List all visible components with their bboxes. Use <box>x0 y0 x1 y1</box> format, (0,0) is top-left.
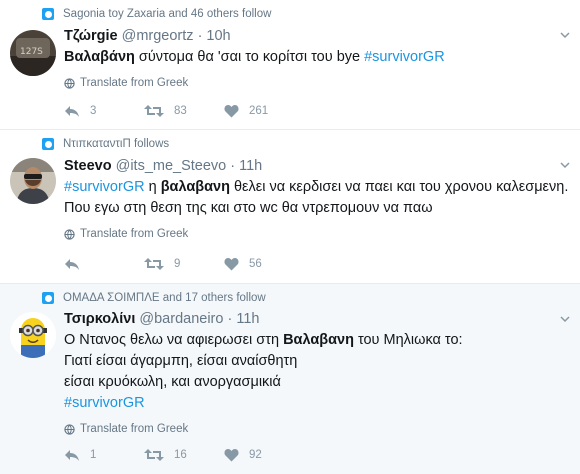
tweet-text-line: Γιατί είσαι άγαρμπη, είσαι αναίσθητη <box>64 351 570 372</box>
retweet-button[interactable]: 9 <box>144 257 224 271</box>
avatar[interactable] <box>10 158 56 204</box>
tweet-2[interactable]: ΝτιπκαταντιΠ follows Steevo @its_me_Stee… <box>0 130 580 284</box>
retweet-icon <box>144 258 164 270</box>
globe-icon <box>64 77 75 89</box>
tweet-text: Βαλαβάνη σύντομα θα 'σαι το κορίτσι του … <box>64 47 570 68</box>
svg-text:127S: 127S <box>20 47 43 57</box>
like-button[interactable]: 261 <box>224 104 304 118</box>
social-context-text: ΟΜΑΔΑ ΣΟΙΜΠΛΕ and 17 others follow <box>63 292 266 304</box>
hashtag-link[interactable]: #survivorGR <box>64 395 145 411</box>
translate-link[interactable]: Translate from Greek <box>64 77 570 89</box>
tweet-3[interactable]: ΟΜΑΔΑ ΣΟΙΜΠΛΕ and 17 others follow Τσιρκ… <box>0 284 580 474</box>
tweet-header: Τζώrgie @mrgeortz · 10h <box>64 27 570 46</box>
hashtag-link[interactable]: #survivorGR <box>64 179 145 195</box>
retweet-count: 83 <box>174 105 187 117</box>
retweet-button[interactable]: 83 <box>144 104 224 118</box>
text-segment: είσαι κρυόκωλη, και ανοργασμικιά <box>64 374 281 390</box>
reply-button[interactable]: 1 <box>64 448 144 462</box>
author-handle[interactable]: @bardaneiro <box>139 311 223 327</box>
social-context-text: ΝτιπκαταντιΠ follows <box>63 138 170 150</box>
tweet-text-line: #survivorGR <box>64 393 570 414</box>
translate-link[interactable]: Translate from Greek <box>64 423 570 435</box>
reply-button[interactable] <box>64 257 144 271</box>
tweet-text-line: Που εγω στη θεση της και στο wc θα ντρεπ… <box>64 198 570 219</box>
reply-button[interactable]: 3 <box>64 104 144 118</box>
text-segment: Γιατί είσαι άγαρμπη, είσαι αναίσθητη <box>64 353 298 369</box>
text-segment: Που εγω στη θεση της και στο wc θα ντρεπ… <box>64 200 433 216</box>
retweet-icon <box>144 449 164 461</box>
social-context: ΝτιπκαταντιΠ follows <box>42 138 169 150</box>
retweet-count: 9 <box>174 258 181 270</box>
highlighted-term: βαλαβανη <box>160 179 230 195</box>
reply-count: 1 <box>90 449 97 461</box>
tweet-header: Τσιρκολίνι @bardaneiro · 11h <box>64 310 570 329</box>
tweet-actions: 3 83 261 <box>64 104 304 118</box>
retweet-button[interactable]: 16 <box>144 448 224 462</box>
hashtag-link[interactable]: #survivorGR <box>364 49 445 65</box>
tweet-text-line: Βαλαβάνη σύντομα θα 'σαι το κορίτσι του … <box>64 47 570 68</box>
author-name[interactable]: Steevo <box>64 158 112 174</box>
author-handle[interactable]: @mrgeortz <box>122 28 194 44</box>
like-count: 261 <box>249 105 269 117</box>
heart-icon <box>224 105 239 118</box>
avatar[interactable] <box>10 312 56 358</box>
retweet-icon <box>144 105 164 117</box>
tweet-actions: 1 16 92 <box>64 448 304 462</box>
tweet-actions: 9 56 <box>64 257 304 271</box>
like-count: 56 <box>249 258 262 270</box>
like-button[interactable]: 92 <box>224 448 304 462</box>
timestamp[interactable]: · 11h <box>230 158 262 174</box>
author-name[interactable]: Τσιρκολίνι <box>64 311 135 327</box>
avatar[interactable]: 127S <box>10 30 56 76</box>
tweet-text: #survivorGR η βαλαβανη θελει να κερδισει… <box>64 177 570 219</box>
like-button[interactable]: 56 <box>224 257 304 271</box>
like-count: 92 <box>249 449 262 461</box>
author-handle[interactable]: @its_me_Steevo <box>116 158 227 174</box>
retweet-count: 16 <box>174 449 187 461</box>
person-icon <box>42 8 54 20</box>
chevron-down-icon[interactable] <box>560 160 570 170</box>
tweet-1[interactable]: Sagonia toy Zaxaria and 46 others follow… <box>0 0 580 130</box>
timestamp[interactable]: · 11h <box>227 311 259 327</box>
reply-icon <box>65 450 79 461</box>
person-icon <box>42 138 54 150</box>
highlighted-term: Βαλαβάνη <box>64 49 135 65</box>
text-segment: Ο Ντανος θελω να αφιερωσει στη <box>64 332 284 348</box>
translate-label: Translate from Greek <box>80 228 189 240</box>
text-segment: θελει να κερδισει να παει και του χρονου… <box>229 179 569 195</box>
text-segment: σύντομα θα 'σαι το κορίτσι του bye <box>134 49 365 65</box>
heart-icon <box>224 449 239 462</box>
text-segment: η <box>144 179 161 195</box>
author-name[interactable]: Τζώrgie <box>64 28 118 44</box>
highlighted-term: Βαλαβανη <box>283 332 354 348</box>
chevron-down-icon[interactable] <box>560 314 570 324</box>
translate-label: Translate from Greek <box>80 423 189 435</box>
social-context-text: Sagonia toy Zaxaria and 46 others follow <box>63 8 272 20</box>
reply-icon <box>65 106 79 117</box>
translate-label: Translate from Greek <box>80 77 189 89</box>
reply-count: 3 <box>90 105 97 117</box>
tweet-text-line: Ο Ντανος θελω να αφιερωσει στη Βαλαβανη … <box>64 330 570 351</box>
tweet-header: Steevo @its_me_Steevo · 11h <box>64 157 570 176</box>
chevron-down-icon[interactable] <box>560 30 570 40</box>
text-segment: του Μηλιωκα το: <box>353 332 463 348</box>
translate-link[interactable]: Translate from Greek <box>64 228 570 240</box>
tweet-text-line: είσαι κρυόκωλη, και ανοργασμικιά <box>64 372 570 393</box>
reply-icon <box>65 259 79 270</box>
tweet-text: Ο Ντανος θελω να αφιερωσει στη Βαλαβανη … <box>64 330 570 414</box>
person-icon <box>42 292 54 304</box>
heart-icon <box>224 258 239 271</box>
timestamp[interactable]: · 10h <box>198 28 231 44</box>
globe-icon <box>64 423 75 435</box>
tweet-text-line: #survivorGR η βαλαβανη θελει να κερδισει… <box>64 177 570 198</box>
social-context: ΟΜΑΔΑ ΣΟΙΜΠΛΕ and 17 others follow <box>42 292 266 304</box>
social-context: Sagonia toy Zaxaria and 46 others follow <box>42 8 271 20</box>
globe-icon <box>64 228 75 240</box>
